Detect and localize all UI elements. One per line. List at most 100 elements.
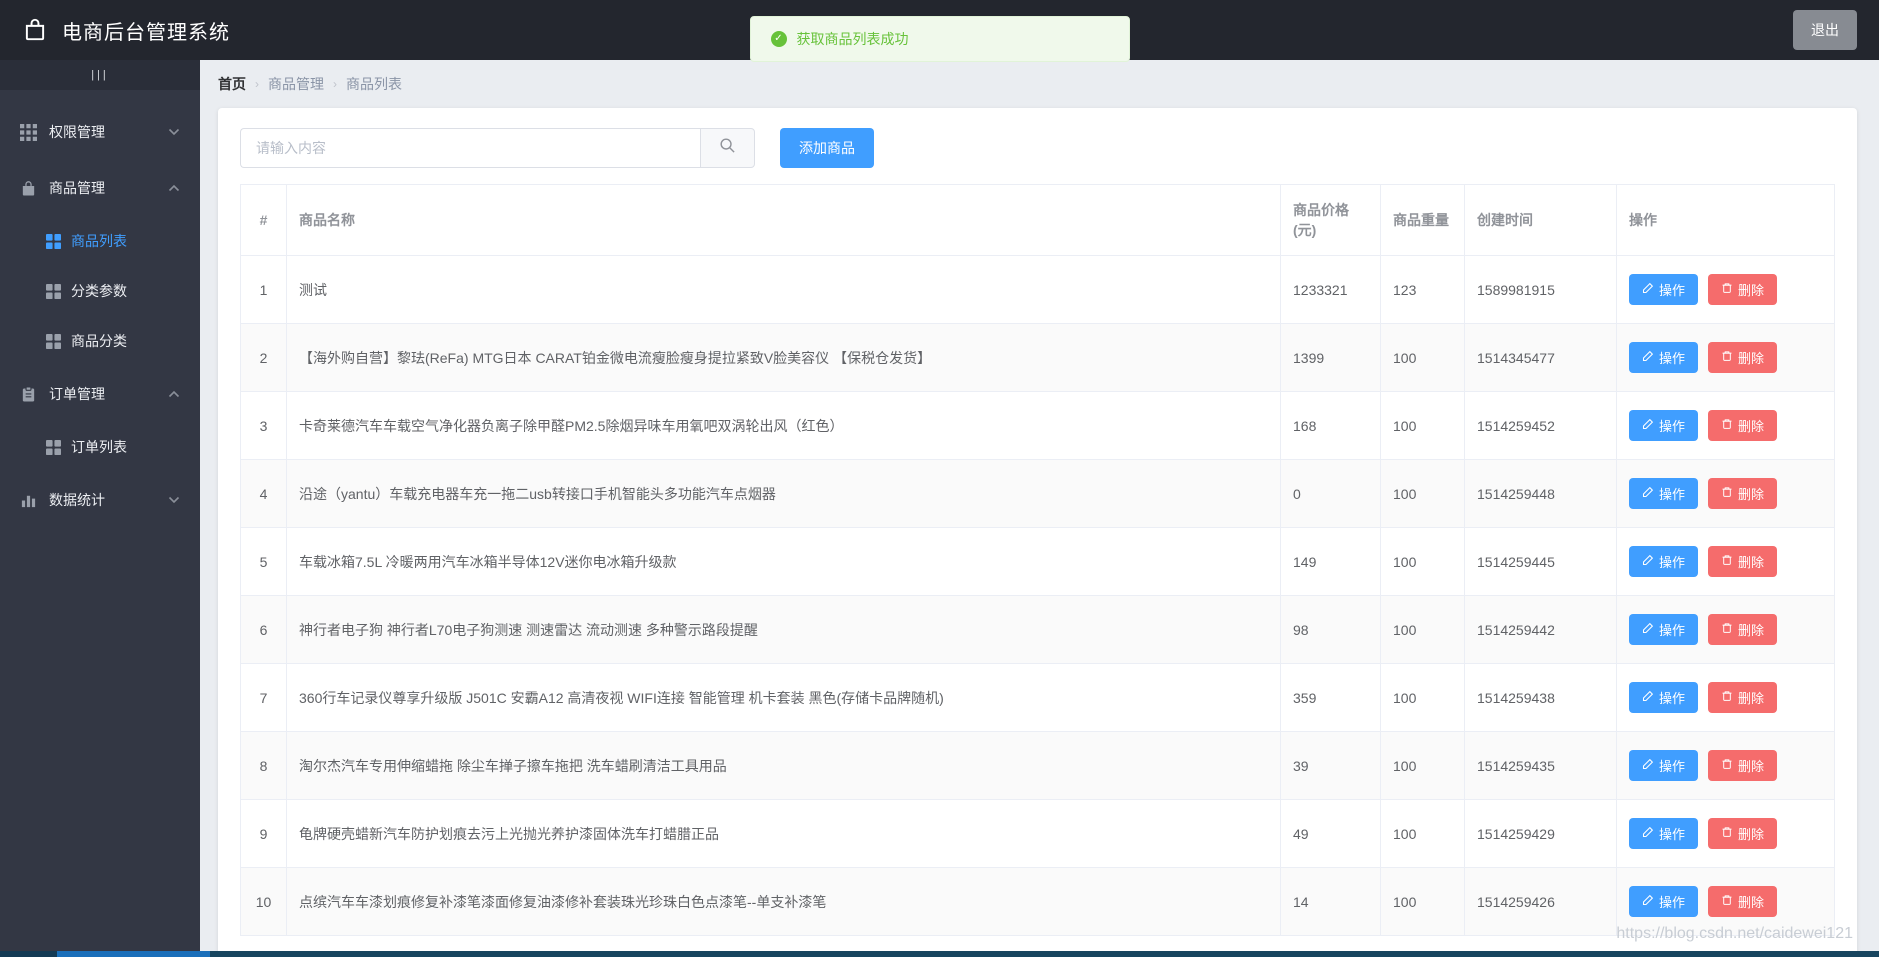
add-product-button[interactable]: 添加商品 <box>780 128 874 168</box>
edit-button[interactable]: 操作 <box>1629 886 1698 917</box>
table-row: 10 点缤汽车车漆划痕修复补漆笔漆面修复油漆修补套装珠光珍珠白色点漆笔--单支补… <box>241 868 1835 936</box>
app-title: 电商后台管理系统 <box>62 16 230 45</box>
scrollbar-thumb[interactable] <box>57 951 210 957</box>
cell-price: 39 <box>1281 732 1381 800</box>
sidebar-item-orders[interactable]: 订单管理 <box>0 366 200 422</box>
breadcrumb-separator: › <box>333 77 337 91</box>
cell-index: 6 <box>241 596 287 664</box>
cell-created-time: 1514259445 <box>1465 528 1617 596</box>
trash-icon <box>1721 894 1733 909</box>
scrollbar-track-cap <box>0 951 57 957</box>
column-header-weight: 商品重量 <box>1381 185 1465 256</box>
edit-pen-icon <box>1642 554 1654 569</box>
table-row: 6 神行者电子狗 神行者L70电子狗测速 测速雷达 流动测速 多种警示路段提醒 … <box>241 596 1835 664</box>
delete-button[interactable]: 删除 <box>1708 410 1777 441</box>
trash-icon <box>1721 826 1733 841</box>
sidebar-item-goods[interactable]: 商品管理 <box>0 160 200 216</box>
delete-button-label: 删除 <box>1738 688 1764 707</box>
trash-icon <box>1721 418 1733 433</box>
cell-price: 359 <box>1281 664 1381 732</box>
delete-button[interactable]: 删除 <box>1708 274 1777 305</box>
horizontal-scrollbar <box>0 951 1879 957</box>
cell-price: 98 <box>1281 596 1381 664</box>
edit-button[interactable]: 操作 <box>1629 682 1698 713</box>
column-header-price: 商品价格(元) <box>1281 185 1381 256</box>
delete-button[interactable]: 删除 <box>1708 546 1777 577</box>
cell-actions: 操作 删除 <box>1617 732 1835 800</box>
cell-index: 9 <box>241 800 287 868</box>
cell-weight: 100 <box>1381 324 1465 392</box>
cell-product-name: 沿途（yantu）车载充电器车充一拖二usb转接口手机智能头多功能汽车点烟器 <box>287 460 1281 528</box>
breadcrumb-home[interactable]: 首页 <box>218 74 246 94</box>
submenu-label: 商品列表 <box>71 231 127 251</box>
delete-button[interactable]: 删除 <box>1708 342 1777 373</box>
search-button[interactable] <box>700 128 755 168</box>
delete-button[interactable]: 删除 <box>1708 478 1777 509</box>
bar-chart-icon <box>20 492 37 509</box>
delete-button[interactable]: 删除 <box>1708 886 1777 917</box>
sidebar-subitem-goods-categories[interactable]: 商品分类 <box>0 316 200 366</box>
cell-product-name: 【海外购自营】黎珐(ReFa) MTG日本 CARAT铂金微电流瘦脸瘦身提拉紧致… <box>287 324 1281 392</box>
delete-button-label: 删除 <box>1738 756 1764 775</box>
shopping-bag-icon <box>20 180 37 197</box>
cell-actions: 操作 删除 <box>1617 324 1835 392</box>
success-toast: ✓ 获取商品列表成功 <box>750 16 1130 62</box>
breadcrumb-goods-manage: 商品管理 <box>268 74 324 94</box>
edit-button[interactable]: 操作 <box>1629 614 1698 645</box>
delete-button[interactable]: 删除 <box>1708 818 1777 849</box>
sidebar-subitem-goods-list[interactable]: 商品列表 <box>0 216 200 266</box>
cell-created-time: 1514259452 <box>1465 392 1617 460</box>
edit-button[interactable]: 操作 <box>1629 410 1698 441</box>
edit-button[interactable]: 操作 <box>1629 818 1698 849</box>
edit-pen-icon <box>1642 690 1654 705</box>
edit-button-label: 操作 <box>1659 552 1685 571</box>
edit-pen-icon <box>1642 418 1654 433</box>
edit-button-label: 操作 <box>1659 756 1685 775</box>
cell-index: 8 <box>241 732 287 800</box>
edit-button[interactable]: 操作 <box>1629 342 1698 373</box>
delete-button[interactable]: 删除 <box>1708 682 1777 713</box>
sidebar-subitem-order-list[interactable]: 订单列表 <box>0 422 200 472</box>
chevron-up-icon <box>168 184 180 192</box>
delete-button[interactable]: 删除 <box>1708 750 1777 781</box>
delete-button-label: 删除 <box>1738 552 1764 571</box>
cell-product-name: 车载冰箱7.5L 冷暖两用汽车冰箱半导体12V迷你电冰箱升级款 <box>287 528 1281 596</box>
table-row: 2 【海外购自营】黎珐(ReFa) MTG日本 CARAT铂金微电流瘦脸瘦身提拉… <box>241 324 1835 392</box>
trash-icon <box>1721 282 1733 297</box>
delete-button[interactable]: 删除 <box>1708 614 1777 645</box>
delete-button-label: 删除 <box>1738 620 1764 639</box>
edit-button-label: 操作 <box>1659 824 1685 843</box>
cell-product-name: 神行者电子狗 神行者L70电子狗测速 测速雷达 流动测速 多种警示路段提醒 <box>287 596 1281 664</box>
table-row: 3 卡奇莱德汽车车载空气净化器负离子除甲醛PM2.5除烟异味车用氧吧双涡轮出风（… <box>241 392 1835 460</box>
logout-button[interactable]: 退出 <box>1793 10 1857 50</box>
table-header-row: # 商品名称 商品价格(元) 商品重量 创建时间 操作 <box>241 185 1835 256</box>
cell-product-name: 龟牌硬壳蜡新汽车防护划痕去污上光抛光养护漆固体洗车打蜡腊正品 <box>287 800 1281 868</box>
submenu-label: 分类参数 <box>71 281 127 301</box>
edit-button[interactable]: 操作 <box>1629 478 1698 509</box>
edit-button[interactable]: 操作 <box>1629 274 1698 305</box>
edit-pen-icon <box>1642 486 1654 501</box>
sidebar-item-statistics[interactable]: 数据统计 <box>0 472 200 528</box>
sidebar-collapse-toggle[interactable]: ||| <box>0 60 200 90</box>
cell-weight: 100 <box>1381 528 1465 596</box>
cell-actions: 操作 删除 <box>1617 392 1835 460</box>
cell-index: 3 <box>241 392 287 460</box>
success-check-icon: ✓ <box>771 31 787 47</box>
sidebar-subitem-category-params[interactable]: 分类参数 <box>0 266 200 316</box>
search-input[interactable] <box>240 128 700 168</box>
edit-button[interactable]: 操作 <box>1629 750 1698 781</box>
cell-created-time: 1514259426 <box>1465 868 1617 936</box>
sidebar-menu: 权限管理 商品管理 <box>0 90 200 528</box>
delete-button-label: 删除 <box>1738 280 1764 299</box>
grid-2x2-icon <box>46 334 61 349</box>
cell-price: 0 <box>1281 460 1381 528</box>
table-row: 8 淘尔杰汽车专用伸缩蜡拖 除尘车掸子擦车拖把 洗车蜡刷清洁工具用品 39 10… <box>241 732 1835 800</box>
cell-weight: 100 <box>1381 392 1465 460</box>
cell-product-name: 点缤汽车车漆划痕修复补漆笔漆面修复油漆修补套装珠光珍珠白色点漆笔--单支补漆笔 <box>287 868 1281 936</box>
edit-pen-icon <box>1642 622 1654 637</box>
menu-label: 权限管理 <box>49 122 105 142</box>
cell-index: 2 <box>241 324 287 392</box>
app-root: 电商后台管理系统 退出 ✓ 获取商品列表成功 ||| 权限管理 <box>0 0 1879 957</box>
sidebar-item-permissions[interactable]: 权限管理 <box>0 104 200 160</box>
edit-button[interactable]: 操作 <box>1629 546 1698 577</box>
